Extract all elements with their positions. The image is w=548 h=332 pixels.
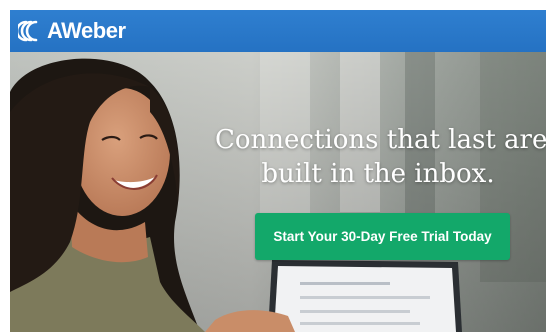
hero-banner: Connections that last are built in the i… [10,52,546,332]
page-frame: AWeber Connections that last are built i… [10,10,546,332]
hero-headline: Connections that last are built in the i… [215,123,546,191]
aweber-logo[interactable]: AWeber [18,16,126,46]
hero-photo [10,52,546,332]
site-header: AWeber [10,10,546,52]
headline-line-2: built in the inbox. [261,159,495,189]
free-trial-button[interactable]: Start Your 30-Day Free Trial Today [255,213,510,260]
brand-name: AWeber [47,18,126,43]
aweber-logo-icon [18,20,38,42]
headline-line-1: Connections that last are [215,125,546,155]
